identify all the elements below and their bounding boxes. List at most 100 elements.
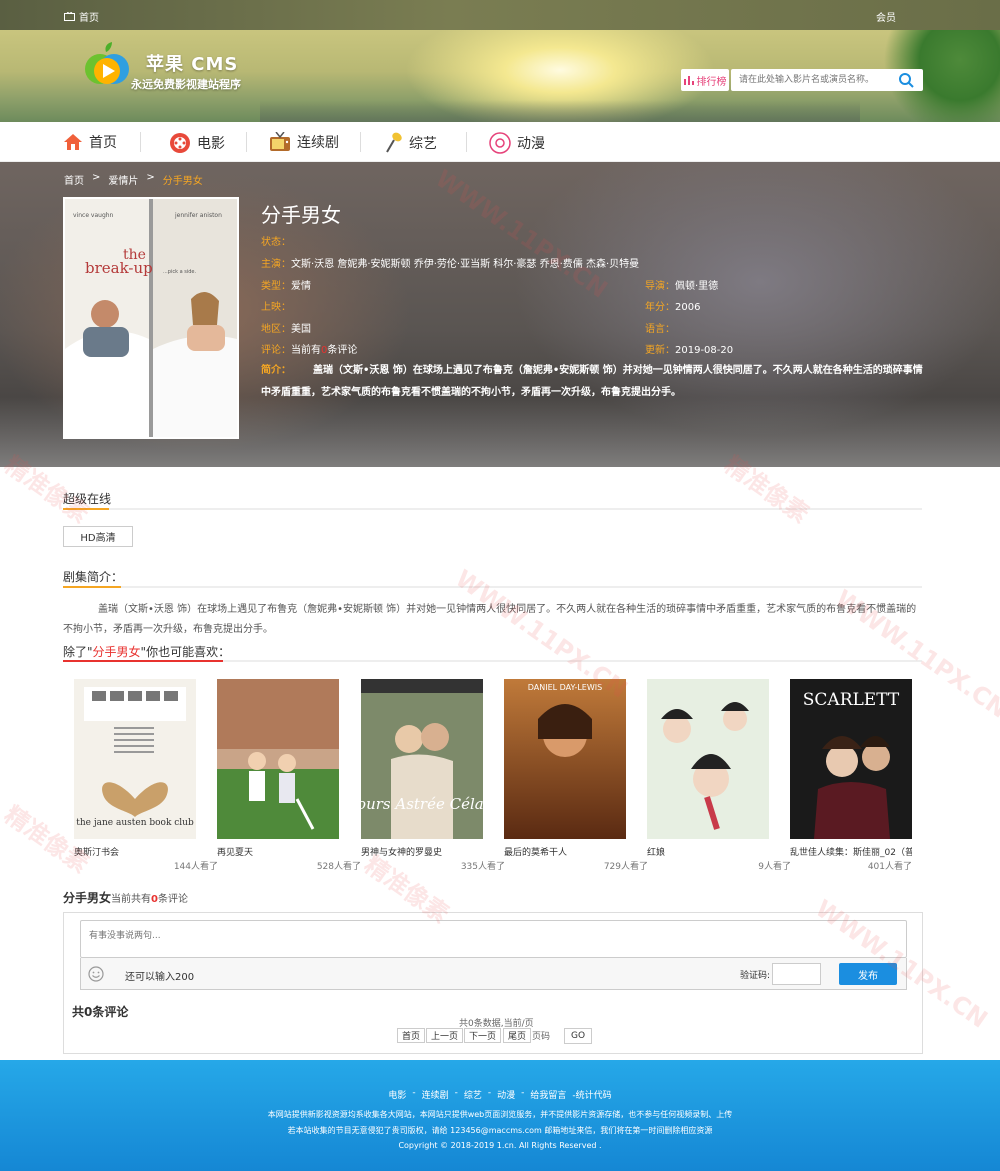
related-title: 除了"分手男女"你也可能喜欢：: [63, 643, 230, 660]
smile-icon[interactable]: [88, 966, 104, 982]
director-value[interactable]: 佩顿·里德: [675, 281, 718, 292]
verify-input[interactable]: [772, 963, 821, 985]
related-poster[interactable]: Amours Astrée Céladon: [361, 679, 483, 839]
nav-item-variety[interactable]: 综艺: [385, 132, 437, 154]
nav-item-home[interactable]: 首页: [63, 132, 117, 152]
related-divider: [63, 660, 922, 662]
breadcrumb: 首页 > 爱情片 > 分手男女: [64, 172, 203, 187]
related-card[interactable]: 红娘 9人看了: [647, 679, 791, 872]
poster-caption: DANIEL DAY-LEWIS: [528, 683, 602, 692]
pager-prev[interactable]: 上一页: [426, 1028, 464, 1043]
related-name[interactable]: 男神与女神的罗曼史: [361, 845, 483, 858]
related-poster[interactable]: SCARLETT: [790, 679, 912, 839]
intro-value: 盖瑞（文斯•沃恩 饰）在球场上遇见了布鲁克（詹妮弗•安妮斯顿 饰）并对她一见钟情…: [261, 365, 923, 398]
footer-sep: -: [487, 1088, 492, 1098]
genre-key: 类型：: [261, 281, 291, 292]
search-input[interactable]: [731, 69, 891, 91]
movie-title: 分手男女: [261, 203, 341, 227]
related-views: 729人看了: [603, 862, 648, 872]
poster-actor-left: vince vaughn: [73, 212, 114, 219]
pager-go-button[interactable]: GO: [564, 1028, 592, 1044]
search-icon[interactable]: [897, 72, 915, 88]
cast-value[interactable]: 文斯·沃恩 詹妮弗·安妮斯顿 乔伊·劳伦·亚当斯 科尔·豪瑟 乔恩·费儒 杰森·…: [291, 259, 639, 270]
related-name[interactable]: 红娘: [647, 845, 769, 858]
footer-link-anime[interactable]: 动漫: [497, 1088, 515, 1101]
related-name[interactable]: 再见夏天: [217, 845, 339, 858]
main-nav: 首页 电影 连续剧 综艺 动漫: [0, 122, 1000, 162]
remaining-chars: 还可以输入200: [125, 972, 195, 983]
region-key: 地区：: [261, 324, 291, 335]
related-views: 9人看了: [758, 862, 791, 872]
verify-label: 验证码:: [740, 971, 771, 981]
cast-key: 主演：: [261, 259, 291, 270]
related-card[interactable]: DANIEL DAY-LEWIS 最后的莫希干人 729人看了: [504, 679, 648, 872]
house-icon: [64, 134, 82, 150]
search-box: [731, 69, 923, 91]
related-card[interactable]: the jane austen book club 奥斯汀书会 144人看了: [74, 679, 218, 872]
related-post: "你也可能喜欢：: [140, 645, 231, 659]
comment-textarea[interactable]: [80, 920, 907, 958]
footer-link-series[interactable]: 连续剧: [422, 1088, 449, 1101]
related-poster[interactable]: [647, 679, 769, 839]
footer-link-stats[interactable]: -统计代码: [572, 1088, 611, 1101]
comments-count-pre: 当前共有: [111, 894, 152, 905]
footer-link-variety[interactable]: 综艺: [464, 1088, 482, 1101]
genre-value[interactable]: 爱情: [291, 281, 311, 292]
nav-item-movie[interactable]: 电影: [169, 132, 225, 154]
source-title: 超级在线: [63, 492, 112, 506]
breadcrumb-sep: >: [92, 172, 101, 183]
tv-icon: [270, 132, 290, 151]
related-card[interactable]: SCARLETT 乱世佳人续集：斯佳丽_02（普 401人看了: [790, 679, 912, 872]
review-pre: 当前有: [291, 345, 321, 356]
related-name[interactable]: 最后的莫希干人: [504, 845, 626, 858]
plot-text: 盖瑞（文斯•沃恩 饰）在球场上遇见了布鲁克（詹妮弗•安妮斯顿 饰）并对她一见钟情…: [63, 604, 917, 635]
footer: 电影 - 连续剧 - 综艺 - 动漫 - 给我留言 -统计代码 本网站提供新影视…: [0, 1060, 1000, 1171]
info-region: 地区：美国: [261, 320, 311, 335]
related-views: 401人看了: [867, 862, 912, 872]
related-poster[interactable]: [217, 679, 339, 839]
breadcrumb-category[interactable]: 爱情片: [108, 172, 138, 187]
nav-item-series[interactable]: 连续剧: [269, 132, 339, 152]
footer-copyright-notice: 若本站收集的节目无意侵犯了贵司版权，请给 123456@maccms.com 邮…: [287, 1126, 713, 1135]
related-views: 528人看了: [316, 862, 361, 872]
nav-series-label: 连续剧: [297, 135, 339, 151]
member-link[interactable]: 会员: [876, 9, 896, 24]
footer-link-message[interactable]: 给我留言: [530, 1088, 566, 1101]
info-genre: 类型：爱情: [261, 277, 311, 292]
language-key: 语言：: [645, 324, 675, 335]
rank-button[interactable]: 排行榜: [681, 69, 729, 91]
comments-count-post: 条评论: [157, 894, 188, 905]
related-name: 分手男女: [92, 645, 141, 659]
footer-link-movie[interactable]: 电影: [388, 1088, 406, 1101]
comments-total: 共0条评论: [72, 1005, 129, 1019]
related-name[interactable]: 奥斯汀书会: [74, 845, 196, 858]
nav-item-anime[interactable]: 动漫: [489, 132, 545, 154]
poster-caption: Amours Astrée Céladon: [361, 795, 483, 813]
review-post: 条评论: [327, 345, 358, 356]
pager-first[interactable]: 首页: [397, 1028, 426, 1043]
breadcrumb-current: 分手男女: [162, 176, 203, 187]
pager-next[interactable]: 下一页: [464, 1028, 502, 1043]
related-views: 144人看了: [173, 862, 218, 872]
submit-button[interactable]: 发布: [839, 963, 897, 985]
related-card[interactable]: Amours Astrée Céladon 男神与女神的罗曼史 335人看了: [361, 679, 505, 872]
banner-city-silhouette: [260, 100, 860, 122]
footer-sep: -: [412, 1088, 416, 1098]
breadcrumb-sep: >: [146, 172, 155, 183]
related-name[interactable]: 乱世佳人续集：斯佳丽_02（普: [790, 845, 912, 858]
tv-small-icon: [64, 12, 75, 21]
info-status: 状态：: [261, 233, 291, 248]
movie-poster[interactable]: vince vaughn jennifer aniston the break-…: [63, 197, 239, 439]
related-poster[interactable]: DANIEL DAY-LEWIS: [504, 679, 626, 839]
comments-count: 0: [151, 894, 158, 905]
breadcrumb-home[interactable]: 首页: [64, 172, 84, 187]
related-poster[interactable]: the jane austen book club: [74, 679, 196, 839]
footer-copyright: Copyright © 2018-2019 1.cn. All Rights R…: [398, 1141, 602, 1150]
info-intro: 简介： 盖瑞（文斯•沃恩 饰）在球场上遇见了布鲁克（詹妮弗•安妮斯顿 饰）并对她一…: [261, 360, 926, 404]
related-card[interactable]: 再见夏天 528人看了: [217, 679, 361, 872]
top-home-link[interactable]: 首页: [64, 9, 99, 24]
pager-last[interactable]: 尾页: [503, 1028, 532, 1043]
poster-caption: SCARLETT: [803, 690, 900, 710]
brand-slogan: 永远免费影视建站程序: [131, 78, 241, 91]
hd-play-button[interactable]: HD高清: [63, 526, 133, 547]
